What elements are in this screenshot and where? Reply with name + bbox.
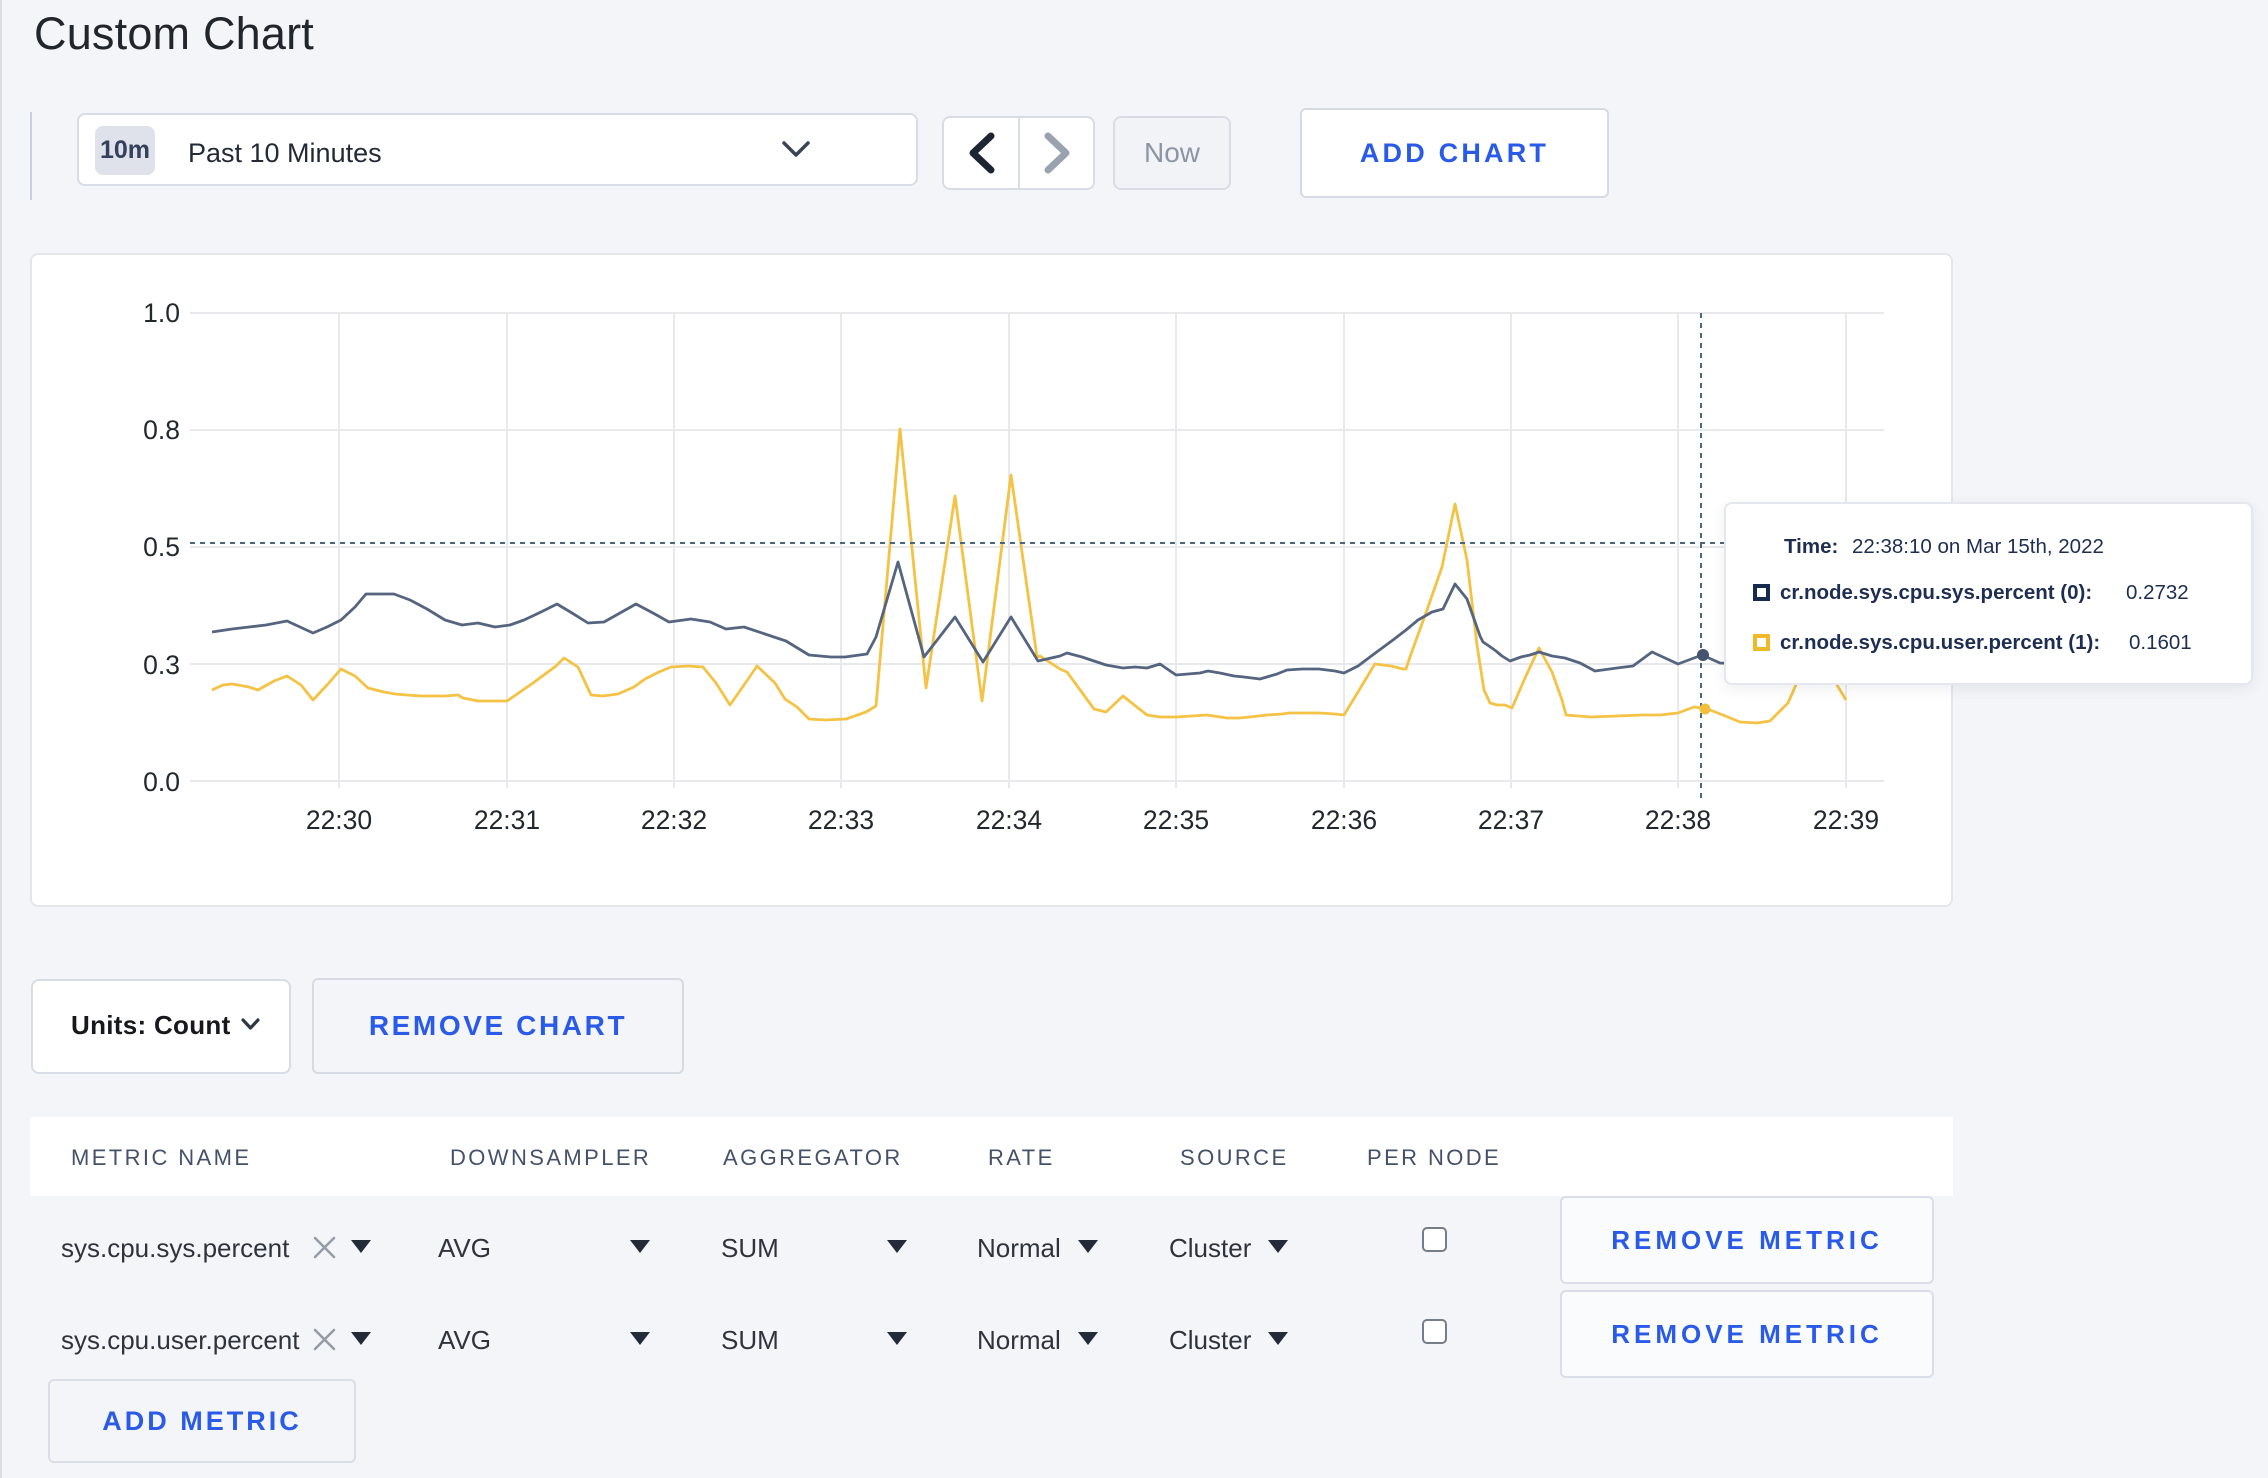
svg-text:22:31: 22:31 [474,805,540,835]
svg-text:22:32: 22:32 [641,805,707,835]
svg-text:22:34: 22:34 [976,805,1042,835]
svg-text:0.3: 0.3 [143,650,180,680]
svg-text:22:35: 22:35 [1143,805,1209,835]
svg-text:22:37: 22:37 [1478,805,1544,835]
svg-text:1.0: 1.0 [143,298,180,328]
svg-text:22:33: 22:33 [808,805,874,835]
svg-text:22:30: 22:30 [306,805,372,835]
svg-text:22:36: 22:36 [1311,805,1377,835]
svg-text:0.8: 0.8 [143,415,180,445]
svg-text:22:38: 22:38 [1645,805,1711,835]
svg-text:22:39: 22:39 [1813,805,1879,835]
svg-text:0.0: 0.0 [143,767,180,797]
svg-text:0.5: 0.5 [143,532,180,562]
